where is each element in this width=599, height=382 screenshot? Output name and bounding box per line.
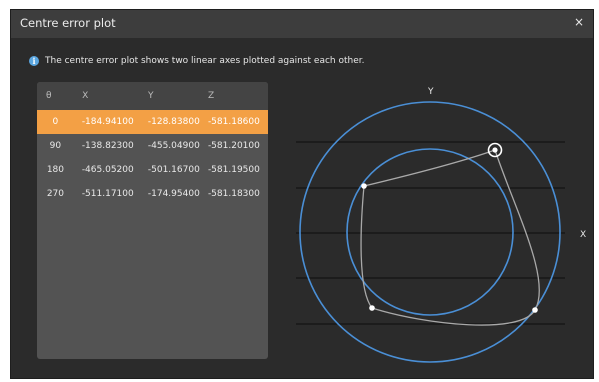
data-point[interactable] (361, 183, 367, 189)
table-row[interactable]: 270 -511.17100 -174.95400 -581.18300 (37, 182, 268, 206)
table-row[interactable]: 90 -138.82300 -455.04900 -581.20100 (37, 134, 268, 158)
table-header: θ X Y Z (37, 82, 268, 110)
cell-z: -581.19500 (207, 165, 260, 175)
title-bar: Centre error plot × (11, 10, 593, 38)
cell-theta: 270 (46, 189, 64, 199)
close-icon[interactable]: × (574, 15, 584, 29)
cell-z: -581.18300 (207, 189, 260, 199)
data-point[interactable] (532, 307, 538, 313)
inner-circle (346, 148, 514, 316)
info-icon: i (29, 56, 39, 66)
header-x[interactable]: X (74, 91, 142, 101)
table-row[interactable]: 0 -184.94100 -128.83800 -581.18600 (37, 110, 268, 134)
centre-error-plot: Y X (296, 87, 586, 363)
cell-y: -128.83800 (147, 117, 200, 127)
info-message: i The centre error plot shows two linear… (29, 54, 365, 68)
cell-x: -138.82300 (81, 141, 134, 151)
dialog-title: Centre error plot (20, 16, 116, 30)
header-z[interactable]: Z (208, 91, 268, 101)
header-theta[interactable]: θ (37, 91, 74, 101)
cell-x: -511.17100 (81, 189, 134, 199)
header-y[interactable]: Y (142, 91, 208, 101)
cell-theta: 90 (49, 141, 62, 151)
cell-x: -184.94100 (81, 117, 134, 127)
cell-theta: 0 (52, 117, 59, 127)
centre-error-dialog: Centre error plot × i The centre error p… (10, 9, 594, 379)
info-text: The centre error plot shows two linear a… (45, 56, 365, 66)
cell-z: -581.20100 (207, 141, 260, 151)
cell-y: -501.16700 (147, 165, 200, 175)
y-axis-label: Y (427, 87, 434, 97)
cell-theta: 180 (46, 165, 64, 175)
target-marker-icon[interactable] (487, 142, 503, 158)
measurement-table: θ X Y Z 0 -184.94100 -128.83800 -581.186… (37, 82, 268, 359)
cell-x: -465.05200 (81, 165, 134, 175)
cell-y: -174.95400 (147, 189, 200, 199)
cell-z: -581.18600 (207, 117, 260, 127)
table-row[interactable]: 180 -465.05200 -501.16700 -581.19500 (37, 158, 268, 182)
outer-circle (299, 101, 561, 363)
data-point[interactable] (369, 305, 375, 311)
x-axis-label: X (580, 230, 586, 240)
cell-y: -455.04900 (147, 141, 200, 151)
